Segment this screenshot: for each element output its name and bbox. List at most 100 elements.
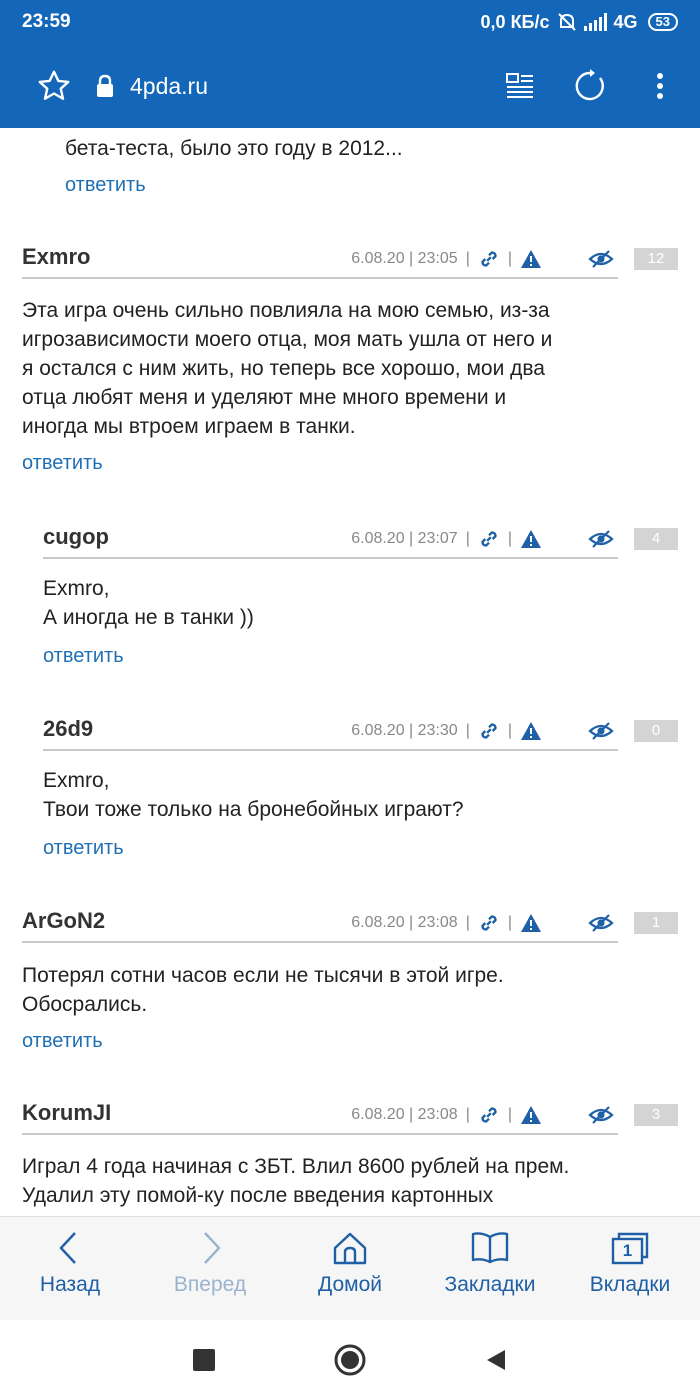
bookmarks-label: Закладки <box>444 1273 536 1296</box>
post-meta: 6.08.20 | 23:05 | | 12 <box>351 244 678 274</box>
bookmark-star-icon[interactable] <box>36 68 72 104</box>
home-label: Домой <box>318 1273 382 1296</box>
post-line: иногда мы втроем играем в танки. <box>22 415 356 438</box>
tabs-count: 1 <box>622 1241 633 1260</box>
hide-eye-icon[interactable] <box>588 249 614 269</box>
post-body: Exmro, Твои тоже только на бронебойных и… <box>43 766 683 824</box>
chevron-left-icon <box>59 1232 76 1264</box>
post-meta: 6.08.20 | 23:30 | | 0 <box>351 716 678 746</box>
post-line: я остался с ним жить, но теперь все хоро… <box>22 357 545 380</box>
reply-link[interactable]: ответить <box>65 174 146 197</box>
post-line: Удалил эту помой-ку после введения карто… <box>22 1184 494 1207</box>
post-body: Играл 4 года начиная с ЗБТ. Влил 8600 ру… <box>22 1152 692 1210</box>
post-count-badge: 3 <box>634 1104 678 1126</box>
post-author[interactable]: 26d9 <box>43 716 93 742</box>
more-vert-icon <box>657 73 663 99</box>
reply-link[interactable]: ответить <box>43 837 124 860</box>
post-line: Exmro, <box>43 769 110 792</box>
post-meta: 6.08.20 | 23:07 | | 4 <box>351 524 678 554</box>
comments-area: бета-теста, было это году в 2012... отве… <box>0 128 700 1216</box>
system-nav-bar <box>0 1320 700 1400</box>
link-icon[interactable] <box>478 248 500 270</box>
post-line: Эта игра очень сильно повлияла на мою се… <box>22 299 550 322</box>
reload-icon <box>575 69 604 101</box>
recents-button[interactable] <box>193 1349 215 1371</box>
network-type: 4G <box>613 11 638 32</box>
back-button[interactable]: Назад <box>0 1217 140 1320</box>
post-author[interactable]: ArGoN2 <box>22 908 105 934</box>
comment-text: бета-теста, было это году в 2012... <box>65 137 403 160</box>
back-label: Назад <box>39 1273 101 1296</box>
warning-icon[interactable] <box>520 913 542 933</box>
hide-eye-icon[interactable] <box>588 913 614 933</box>
divider <box>22 277 618 279</box>
post-body: Exmro, А иногда не в танки )) <box>43 574 683 632</box>
post-line: Твои тоже только на бронебойных играют? <box>43 798 464 821</box>
post-meta: 6.08.20 | 23:08 | | 1 <box>351 908 678 938</box>
divider <box>22 1133 618 1135</box>
reply-link[interactable]: ответить <box>22 1030 103 1053</box>
tabs-icon: 1 <box>611 1231 649 1265</box>
chevron-right-icon <box>204 1232 221 1264</box>
link-icon[interactable] <box>478 528 500 550</box>
warning-icon[interactable] <box>520 721 542 741</box>
reply-link[interactable]: ответить <box>22 452 103 475</box>
divider <box>43 557 618 559</box>
browser-header: 23:59 0,0 КБ/с 4G 53 4pda.ru <box>0 0 700 128</box>
link-icon[interactable] <box>478 912 500 934</box>
post-author[interactable]: cugop <box>43 524 109 550</box>
status-time: 23:59 <box>22 11 71 32</box>
post-count-badge: 1 <box>634 912 678 934</box>
link-icon[interactable] <box>478 720 500 742</box>
post-header: KorumJI 6.08.20 | 23:08 | | 3 <box>22 1100 678 1136</box>
post-date: 6.08.20 | 23:07 <box>351 530 458 547</box>
divider <box>22 941 618 943</box>
post-line: Потерял сотни часов если не тысячи в это… <box>22 964 504 987</box>
post-header: cugop 6.08.20 | 23:07 | | 4 <box>43 524 678 560</box>
url-text[interactable]: 4pda.ru <box>130 73 468 100</box>
menu-button[interactable] <box>642 68 678 104</box>
post-date: 6.08.20 | 23:30 <box>351 722 458 739</box>
post-date: 6.08.20 | 23:08 <box>351 1106 458 1123</box>
warning-icon[interactable] <box>520 1105 542 1125</box>
hide-eye-icon[interactable] <box>588 721 614 741</box>
reply-link[interactable]: ответить <box>43 645 124 668</box>
tabs-button[interactable]: 1 Вкладки <box>560 1217 700 1320</box>
net-speed: 0,0 КБ/с <box>480 11 550 32</box>
home-circle-icon[interactable] <box>333 1343 367 1377</box>
hide-eye-icon[interactable] <box>588 529 614 549</box>
warning-icon[interactable] <box>520 249 542 269</box>
divider <box>43 749 618 751</box>
post-line: Играл 4 года начиная с ЗБТ. Влил 8600 ру… <box>22 1155 570 1178</box>
post-author[interactable]: Exmro <box>22 244 90 270</box>
post-line: Exmro, <box>43 577 110 600</box>
reader-mode-button[interactable] <box>502 68 538 104</box>
hide-eye-icon[interactable] <box>588 1105 614 1125</box>
link-icon[interactable] <box>478 1104 500 1126</box>
forward-label: Вперед <box>173 1273 247 1296</box>
post-line: Обосрались. <box>22 993 148 1016</box>
signal-icon <box>583 13 607 31</box>
warning-icon[interactable] <box>520 529 542 549</box>
home-icon <box>333 1232 367 1265</box>
post-header: 26d9 6.08.20 | 23:30 | | 0 <box>43 716 678 752</box>
post-meta: 6.08.20 | 23:08 | | 3 <box>351 1100 678 1130</box>
post-count-badge: 4 <box>634 528 678 550</box>
post-author[interactable]: KorumJI <box>22 1100 111 1126</box>
url-bar: 4pda.ru <box>0 44 700 128</box>
home-button[interactable]: Домой <box>280 1217 420 1320</box>
tabs-label: Вкладки <box>589 1273 671 1296</box>
post-count-badge: 0 <box>634 720 678 742</box>
forward-button[interactable]: Вперед <box>140 1217 280 1320</box>
post-line: отца любят меня и уделяют мне много врем… <box>22 386 507 409</box>
post-header: Exmro 6.08.20 | 23:05 | | 12 <box>22 244 678 280</box>
post-line: А иногда не в танки )) <box>43 606 254 629</box>
post-header: ArGoN2 6.08.20 | 23:08 | | 1 <box>22 908 678 944</box>
book-icon <box>471 1232 509 1264</box>
post-body: Эта игра очень сильно повлияла на мою се… <box>22 296 682 441</box>
reload-button[interactable] <box>572 68 608 104</box>
back-triangle-icon[interactable] <box>485 1348 507 1372</box>
status-bar: 23:59 0,0 КБ/с 4G 53 <box>0 0 700 44</box>
reader-mode-icon <box>506 73 533 98</box>
bookmarks-button[interactable]: Закладки <box>420 1217 560 1320</box>
